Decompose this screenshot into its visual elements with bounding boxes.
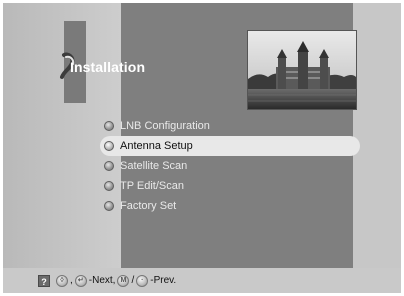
menu-item-label: Antenna Setup	[120, 140, 193, 152]
page-title: Installation	[70, 59, 146, 75]
hint-slash: /	[131, 275, 135, 286]
menu-item-label: LNB Configuration	[120, 120, 210, 132]
ok-key-icon: ↵	[74, 274, 87, 287]
menu-item-satellite-scan[interactable]: Satellite Scan	[100, 156, 360, 176]
bullet-icon	[104, 161, 114, 171]
menu-item-antenna-setup[interactable]: Antenna Setup	[100, 136, 360, 156]
exit-key-icon: ·	[136, 274, 149, 287]
installation-menu: LNB Configuration Antenna Setup Satellit…	[100, 116, 360, 216]
menu-key-icon: M	[117, 274, 130, 287]
bullet-icon	[104, 141, 114, 151]
bullet-icon	[104, 181, 114, 191]
menu-item-label: TP Edit/Scan	[120, 180, 184, 192]
castle-photo	[247, 30, 357, 110]
help-key-icon: ?	[38, 274, 50, 287]
help-bar: ? ◊ , ↵ -Next, M / · -Prev.	[3, 268, 401, 293]
bullet-icon	[104, 121, 114, 131]
hint-separator: ,	[70, 275, 73, 286]
menu-item-label: Satellite Scan	[120, 160, 188, 172]
navigation-hint: ? ◊ , ↵ -Next, M / · -Prev.	[38, 274, 177, 287]
bullet-icon	[104, 201, 114, 211]
osd-screen: Installation LNB Configuration Antenna S…	[3, 3, 401, 293]
hint-next-label: -Next,	[88, 275, 116, 286]
menu-item-factory-set[interactable]: Factory Set	[100, 196, 360, 216]
menu-item-tp-edit-scan[interactable]: TP Edit/Scan	[100, 176, 360, 196]
hint-prev-label: -Prev.	[150, 275, 177, 286]
up-down-key-icon: ◊	[56, 274, 68, 287]
right-band	[353, 3, 401, 271]
menu-item-lnb-configuration[interactable]: LNB Configuration	[100, 116, 360, 136]
menu-item-label: Factory Set	[120, 200, 177, 212]
